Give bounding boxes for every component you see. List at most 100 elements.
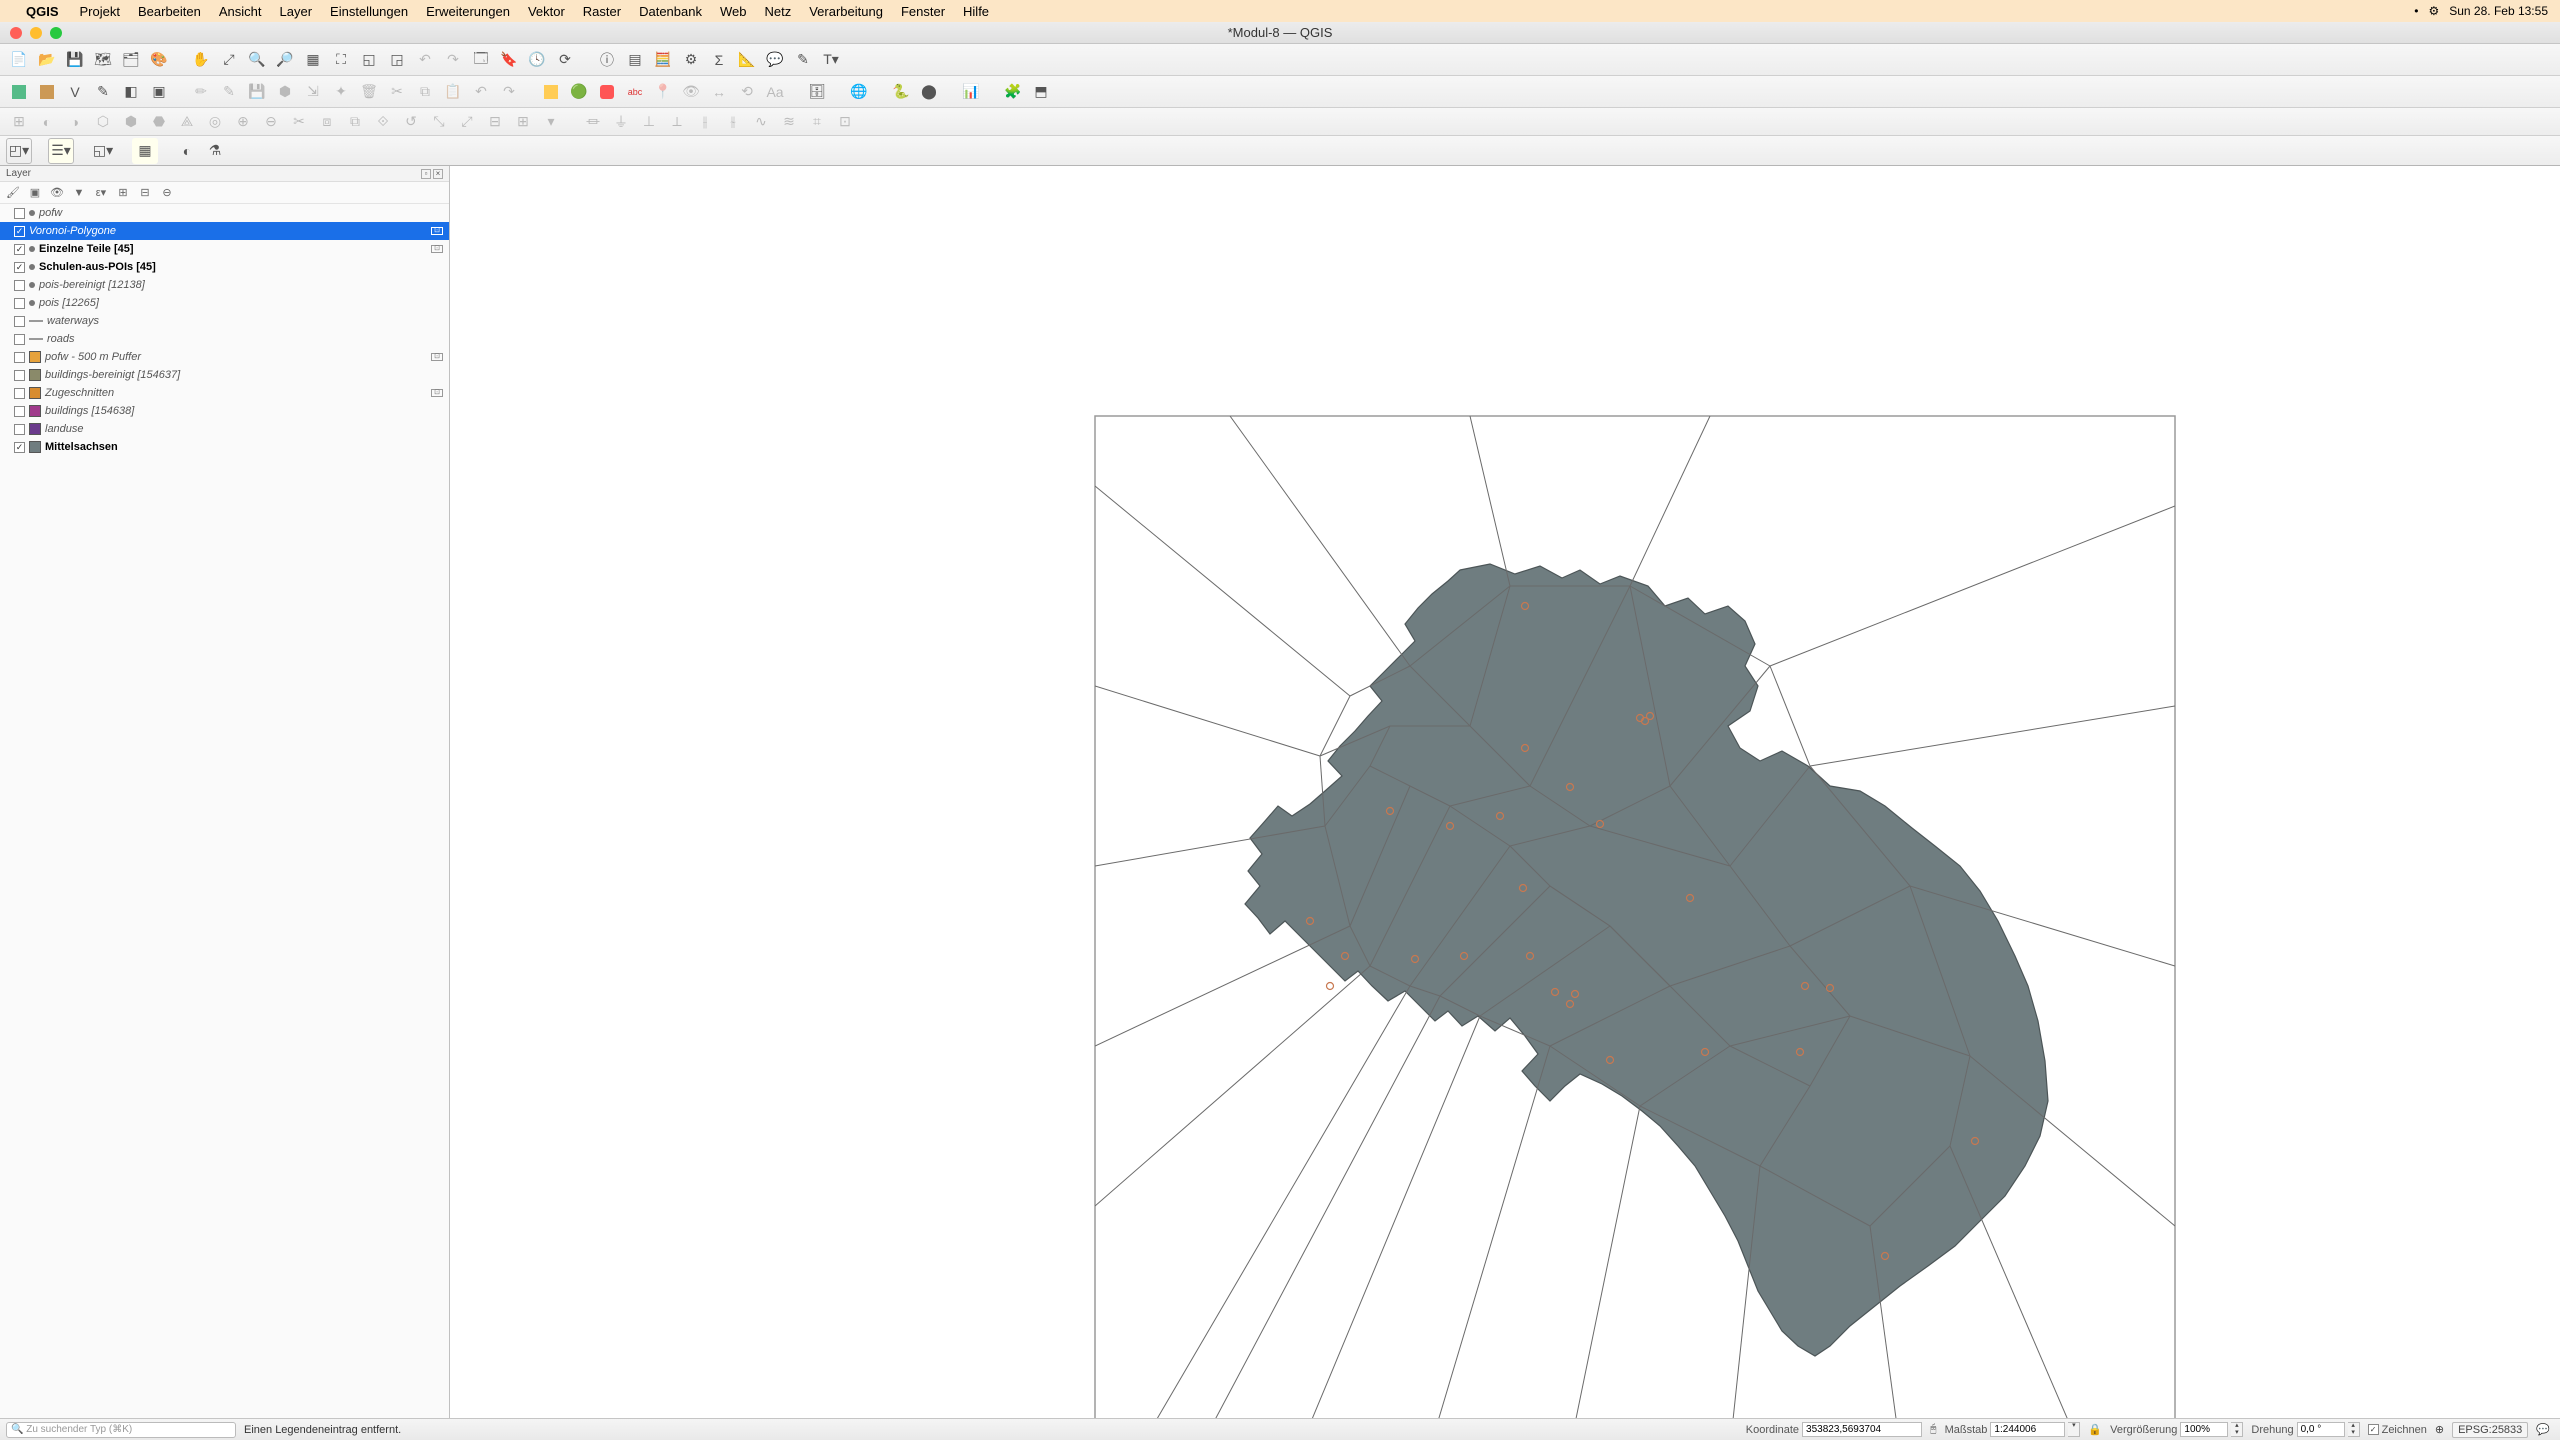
open-project-button[interactable]: 📂 bbox=[34, 47, 60, 73]
style-manager-button[interactable]: 🎨 bbox=[146, 47, 172, 73]
move-feature-button[interactable]: ⇲ bbox=[300, 79, 326, 105]
adv-d2[interactable]: ◐ bbox=[34, 109, 60, 135]
rotation-input[interactable] bbox=[2297, 1422, 2345, 1437]
edit-pencil-button[interactable]: ✏ bbox=[188, 79, 214, 105]
app-menu[interactable]: QGIS bbox=[26, 4, 59, 19]
adv-d20[interactable]: ▾ bbox=[538, 109, 564, 135]
panel-undock-icon[interactable]: ▫ bbox=[421, 169, 431, 179]
scale-input[interactable] bbox=[1990, 1422, 2065, 1437]
crs-icon[interactable]: ⊕ bbox=[2435, 1423, 2444, 1436]
plugin1-button[interactable]: 📊 bbox=[958, 79, 984, 105]
collapse-all-icon[interactable]: ⊟ bbox=[136, 184, 154, 202]
coordinate-input[interactable] bbox=[1802, 1422, 1922, 1437]
zoom-selection-button[interactable]: ◱ bbox=[356, 47, 382, 73]
attribute-table-button[interactable]: ▤ bbox=[622, 47, 648, 73]
new-shapefile-button[interactable]: V bbox=[62, 79, 88, 105]
zoom-window-button[interactable] bbox=[50, 27, 62, 39]
save-edits-button[interactable]: 💾 bbox=[244, 79, 270, 105]
pan-to-selection-button[interactable]: ⤢ bbox=[216, 47, 242, 73]
voronoi-edge[interactable] bbox=[1770, 506, 2175, 666]
voronoi-edge[interactable] bbox=[1810, 706, 2175, 766]
select-features-button[interactable]: ◰▾ bbox=[6, 138, 32, 164]
change-label-button[interactable]: Aa bbox=[762, 79, 788, 105]
filter-button[interactable]: ⚗ bbox=[202, 138, 228, 164]
lock-scale-icon[interactable]: 🔒 bbox=[2088, 1423, 2102, 1436]
layer-row[interactable]: roads bbox=[0, 330, 449, 348]
menu-netz[interactable]: Netz bbox=[755, 4, 800, 19]
cut-features-button[interactable]: ✂ bbox=[384, 79, 410, 105]
deselect-button[interactable]: ◱▾ bbox=[90, 138, 116, 164]
toggle-extents-icon[interactable]: 🖰 bbox=[1930, 1423, 1937, 1436]
map-canvas[interactable] bbox=[450, 166, 2560, 1418]
scale-dropdown[interactable]: ▾ bbox=[2068, 1422, 2080, 1437]
snap4[interactable]: ⟂ bbox=[664, 109, 690, 135]
zoom-out-button[interactable]: 🔎 bbox=[272, 47, 298, 73]
adv-d16[interactable]: ⤡ bbox=[426, 109, 452, 135]
node-tool-button[interactable]: ✦ bbox=[328, 79, 354, 105]
new-memory-button[interactable]: ◧ bbox=[118, 79, 144, 105]
layer-row[interactable]: ✓Mittelsachsen bbox=[0, 438, 449, 456]
map-svg[interactable] bbox=[450, 166, 2560, 1418]
adv-d17[interactable]: ⤢ bbox=[454, 109, 480, 135]
new-project-button[interactable]: 📄 bbox=[6, 47, 32, 73]
layer-row[interactable]: Zugeschnitten⊡ bbox=[0, 384, 449, 402]
layer-row[interactable]: pofw - 500 m Puffer⊡ bbox=[0, 348, 449, 366]
voronoi-edge[interactable] bbox=[1095, 926, 1350, 1046]
adv-d8[interactable]: ◎ bbox=[202, 109, 228, 135]
web-button[interactable]: 🌐 bbox=[846, 79, 872, 105]
voronoi-edge[interactable] bbox=[1200, 996, 1440, 1418]
school-point[interactable] bbox=[1327, 983, 1334, 990]
layer-style-icon[interactable]: 🖌 bbox=[4, 184, 22, 202]
redo-button[interactable]: ↷ bbox=[496, 79, 522, 105]
filter-legend-icon[interactable]: ▼ bbox=[70, 184, 88, 202]
map-tips-button[interactable]: 💬 bbox=[762, 47, 788, 73]
layer-row[interactable]: ✓Schulen-aus-POIs [45] bbox=[0, 258, 449, 276]
adv-d18[interactable]: ⊟ bbox=[482, 109, 508, 135]
layers-panel-header[interactable]: Layer ▫× bbox=[0, 166, 449, 182]
menubar-clock[interactable]: Sun 28. Feb 13:55 bbox=[2449, 4, 2548, 18]
highlight-button[interactable] bbox=[594, 79, 620, 105]
new-print-layout-button[interactable]: 🗺 bbox=[90, 47, 116, 73]
layer-row[interactable]: landuse bbox=[0, 420, 449, 438]
temporal-button[interactable]: 🕓 bbox=[524, 47, 550, 73]
snap6[interactable]: ⫳ bbox=[720, 109, 746, 135]
adv-d6[interactable]: ⬣ bbox=[146, 109, 172, 135]
layer-visibility-checkbox[interactable]: ✓ bbox=[14, 244, 25, 255]
pin-labels-button[interactable]: 📍 bbox=[650, 79, 676, 105]
zoom-native-button[interactable]: ▦ bbox=[300, 47, 326, 73]
messages-icon[interactable]: 💬 bbox=[2536, 1423, 2550, 1436]
voronoi-edge[interactable] bbox=[1470, 416, 1510, 586]
new-virtual-button[interactable]: ▣ bbox=[146, 79, 172, 105]
menu-fenster[interactable]: Fenster bbox=[892, 4, 954, 19]
menu-projekt[interactable]: Projekt bbox=[71, 4, 129, 19]
layer-row[interactable]: ✓Voronoi-Polygone⊡ bbox=[0, 222, 449, 240]
voronoi-edge[interactable] bbox=[1140, 986, 1410, 1418]
annotation-button[interactable]: ✎ bbox=[790, 47, 816, 73]
layer-row[interactable]: buildings [154638] bbox=[0, 402, 449, 420]
plugin3-button[interactable]: ⬒ bbox=[1028, 79, 1054, 105]
adv-d12[interactable]: ⧈ bbox=[314, 109, 340, 135]
field-calc-button[interactable]: 🧮 bbox=[650, 47, 676, 73]
remove-layer-icon[interactable]: ⊖ bbox=[158, 184, 176, 202]
zoom-full-button[interactable]: ⛶ bbox=[328, 47, 354, 73]
voronoi-edge[interactable] bbox=[1570, 1106, 1640, 1418]
select-by-value-button[interactable]: ☰▾ bbox=[48, 138, 74, 164]
magnifier-spinner[interactable]: ▴▾ bbox=[2231, 1422, 2243, 1437]
add-group-icon[interactable]: ▣ bbox=[26, 184, 44, 202]
layer-tree[interactable]: pofw✓Voronoi-Polygone⊡✓Einzelne Teile [4… bbox=[0, 204, 449, 1418]
expand-all-icon[interactable]: ⊞ bbox=[114, 184, 132, 202]
menu-erweiterungen[interactable]: Erweiterungen bbox=[417, 4, 519, 19]
adv-d7[interactable]: ⟁ bbox=[174, 109, 200, 135]
invert-selection-button[interactable]: ◐ bbox=[174, 138, 200, 164]
rotate-label-button[interactable]: ⟲ bbox=[734, 79, 760, 105]
layer-visibility-checkbox[interactable] bbox=[14, 280, 25, 291]
add-raster-button[interactable] bbox=[34, 79, 60, 105]
snap5[interactable]: ⫲ bbox=[692, 109, 718, 135]
python-button[interactable]: 🐍 bbox=[888, 79, 914, 105]
pan-button[interactable]: ✋ bbox=[188, 47, 214, 73]
zoom-in-button[interactable]: 🔍 bbox=[244, 47, 270, 73]
zoom-next-button[interactable]: ↷ bbox=[440, 47, 466, 73]
adv-d11[interactable]: ✂ bbox=[286, 109, 312, 135]
undo-button[interactable]: ↶ bbox=[468, 79, 494, 105]
voronoi-edge[interactable] bbox=[1095, 486, 1350, 696]
